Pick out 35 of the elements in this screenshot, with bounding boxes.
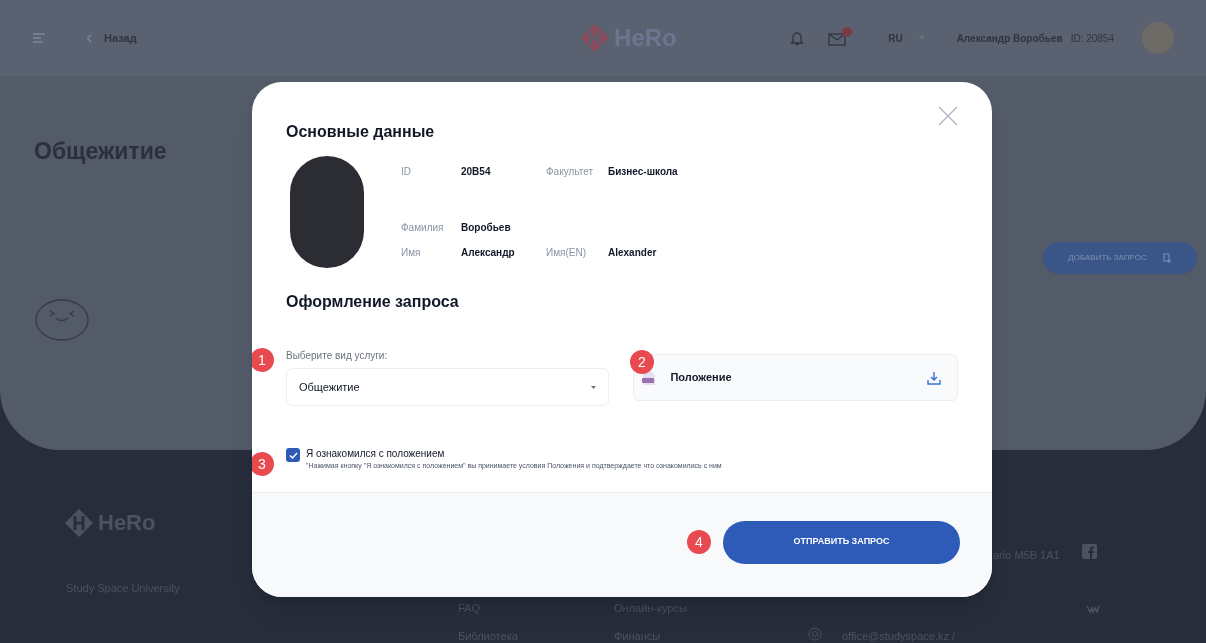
submit-button[interactable]: ОТПРАВИТЬ ЗАПРОС [723, 520, 960, 564]
checkbox-label: Я ознакомился с положением [306, 447, 446, 461]
step-marker: 2 [630, 350, 654, 374]
step-marker: 1 [252, 348, 274, 372]
chevron-left-icon [86, 33, 92, 43]
service-select[interactable]: Общежитие [286, 368, 610, 406]
field-value: 20B54 [461, 164, 492, 179]
mail-icon[interactable] [828, 30, 849, 46]
field-value: Воробьев [461, 220, 512, 235]
download-icon[interactable] [927, 370, 941, 385]
menu-icon[interactable] [32, 33, 46, 43]
field-label: Имя(EN) [546, 245, 588, 260]
bell-icon[interactable] [790, 30, 805, 46]
section-title: Оформление запроса [286, 292, 460, 312]
close-button[interactable] [938, 106, 958, 126]
field-label: Выберите вид услуги: [286, 349, 389, 363]
caret-icon [591, 385, 597, 389]
field-label: Имя [401, 245, 422, 260]
step-marker: 4 [687, 530, 711, 554]
section-title: Основные данные [286, 122, 436, 142]
add-request-button[interactable]: ДОБАВИТЬ ЗАПРОС [1043, 242, 1197, 274]
logo-icon [580, 23, 611, 53]
agreement-checkbox[interactable] [286, 448, 300, 462]
field-value: Бизнес-школа [608, 164, 678, 179]
field-value: Александр [461, 245, 516, 260]
document-name: Положение [670, 370, 733, 386]
field-value: Alexander [608, 245, 657, 260]
step-marker: 3 [252, 452, 274, 476]
email-icon [808, 627, 822, 641]
field-label: ID [401, 164, 412, 179]
logo-icon [64, 507, 94, 538]
mascot-drawing [34, 296, 90, 341]
field-label: Факультет [546, 164, 594, 179]
field-label: Фамилия [401, 220, 445, 235]
facebook-icon[interactable] [1082, 544, 1097, 559]
